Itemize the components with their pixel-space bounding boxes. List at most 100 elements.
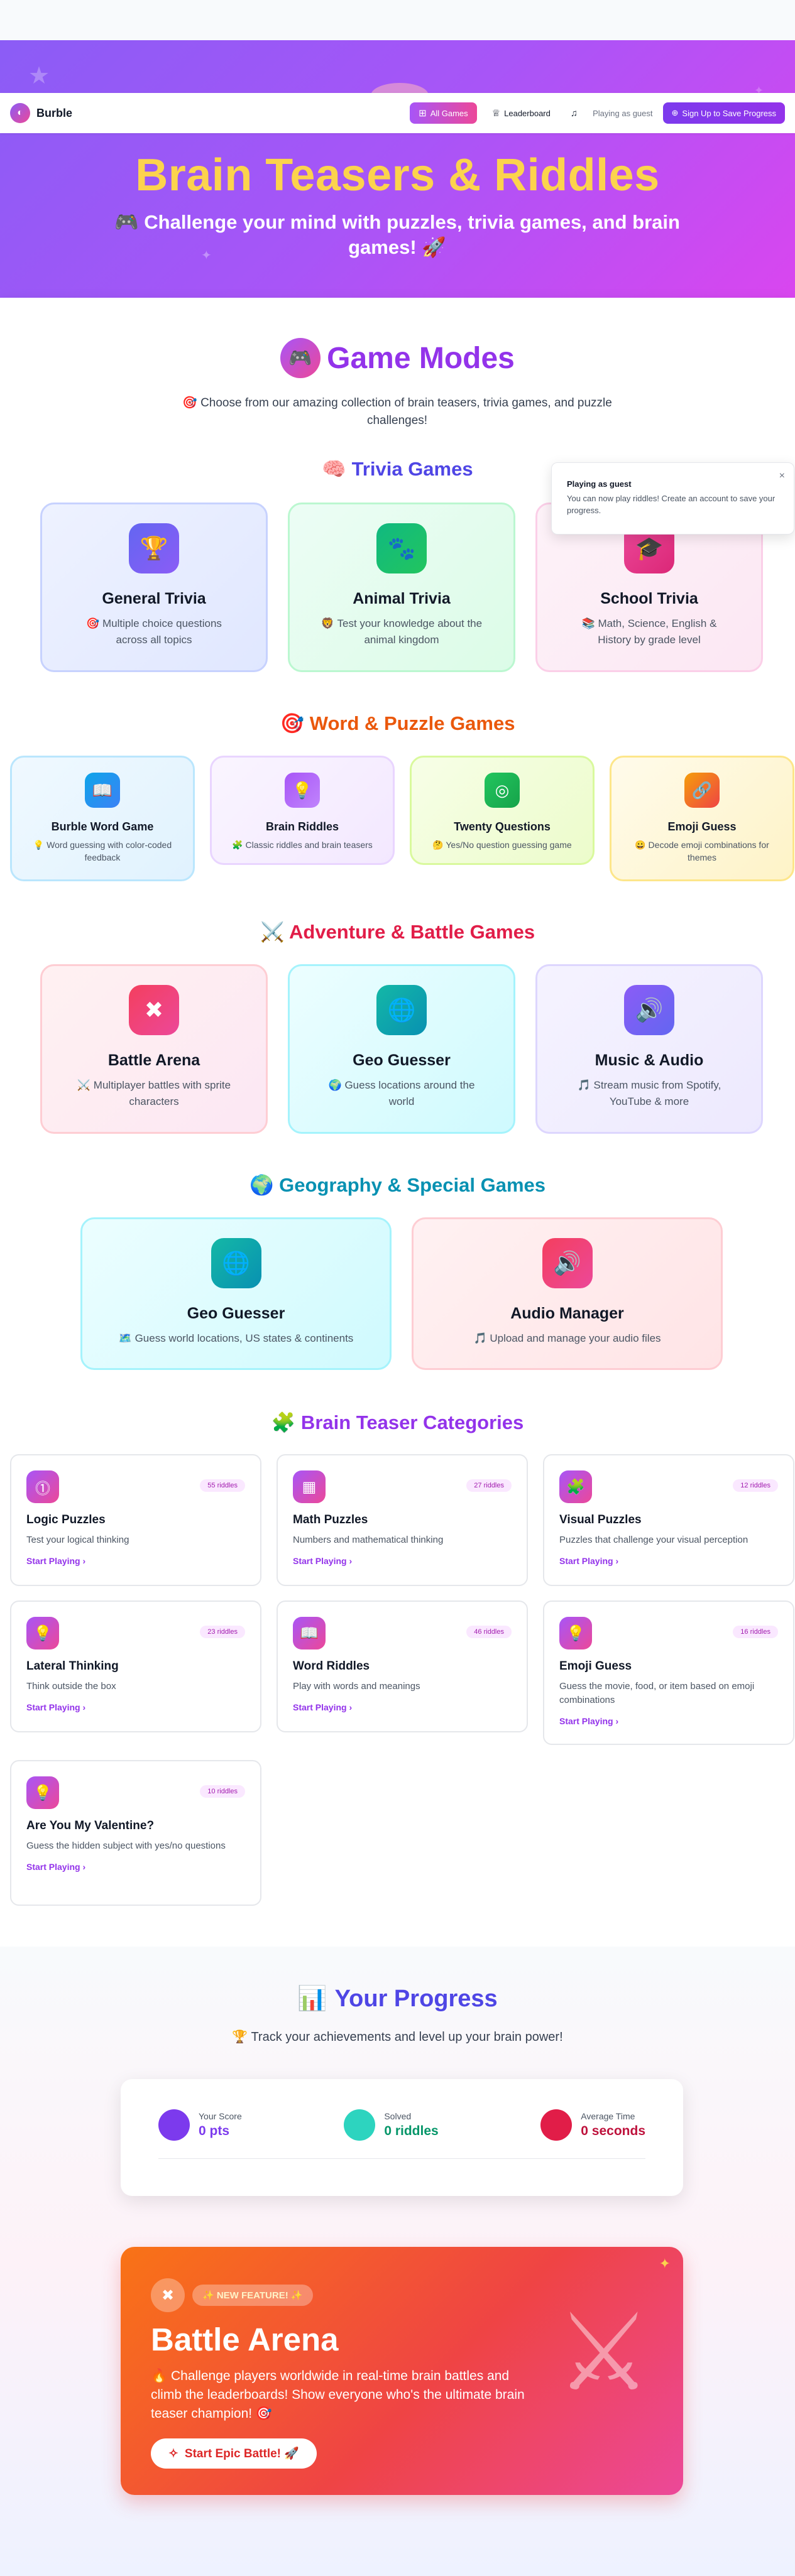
card-description: 🎯 Multiple choice questions across all t… bbox=[86, 617, 222, 646]
category-name: Math Puzzles bbox=[293, 1513, 368, 1526]
card-title: Geo Guesser bbox=[187, 1305, 285, 1322]
start-battle-button[interactable]: ✧ Start Epic Battle! 🚀 bbox=[151, 2438, 317, 2469]
user-plus-icon: ⊕ bbox=[671, 108, 679, 117]
game-modes-heading: 🎮 Game Modes bbox=[0, 338, 795, 378]
lightbulb-icon: 💡 bbox=[26, 1776, 59, 1809]
toast-title: Playing as guest bbox=[567, 479, 632, 489]
start-playing-link[interactable]: Start Playing › bbox=[26, 1556, 245, 1566]
game-modes-title: Game Modes bbox=[327, 341, 515, 375]
category-name: Emoji Guess bbox=[559, 1660, 632, 1673]
crossed-swords-icon: ⚔ bbox=[556, 2293, 652, 2413]
card-title: Twenty Questions bbox=[454, 820, 551, 833]
speaker-icon: 🔊 bbox=[624, 985, 674, 1035]
card-description: 🗺️ Guess world locations, US states & co… bbox=[118, 1332, 354, 1344]
score-stat: Your Score 0 pts bbox=[158, 2109, 242, 2141]
gamepad-icon: 🎮 bbox=[280, 338, 321, 378]
category-card-word[interactable]: 📖 46 riddles Word Riddles Play with word… bbox=[277, 1600, 528, 1732]
category-description: Guess the hidden subject with yes/no que… bbox=[26, 1840, 226, 1851]
all-games-label: All Games bbox=[430, 108, 468, 118]
geography-heading: 🌍 Geography & Special Games bbox=[249, 1174, 546, 1196]
stat-label: Your Score bbox=[199, 2111, 242, 2121]
stat-value: 0 pts bbox=[199, 2124, 230, 2138]
start-playing-link[interactable]: Start Playing › bbox=[26, 1862, 245, 1872]
burble-word-game-card[interactable]: 📖 Burble Word Game 💡 Word guessing with … bbox=[10, 756, 195, 881]
gamepad-icon: ⊞ bbox=[419, 108, 427, 119]
category-card-logic[interactable]: ⓵ 55 riddles Logic Puzzles Test your log… bbox=[10, 1454, 261, 1586]
average-time-stat: Average Time 0 seconds bbox=[540, 2109, 645, 2141]
stat-value: 0 seconds bbox=[581, 2124, 645, 2138]
category-card-emoji[interactable]: 💡 16 riddles Emoji Guess Guess the movie… bbox=[543, 1600, 794, 1745]
battle-arena-promo: ✦ ⚔ ✖ ✨ NEW FEATURE! ✨ Battle Arena 🔥 Ch… bbox=[121, 2247, 683, 2495]
category-name: Word Riddles bbox=[293, 1660, 370, 1673]
category-description: Puzzles that challenge your visual perce… bbox=[559, 1535, 748, 1545]
all-games-button[interactable]: ⊞ All Games bbox=[410, 102, 477, 124]
category-card-lateral[interactable]: 💡 23 riddles Lateral Thinking Think outs… bbox=[10, 1600, 261, 1732]
general-trivia-card[interactable]: 🏆 General Trivia 🎯 Multiple choice quest… bbox=[40, 503, 268, 672]
music-audio-card[interactable]: 🔊 Music & Audio 🎵 Stream music from Spot… bbox=[535, 964, 763, 1134]
music-icon[interactable]: ♫ bbox=[566, 108, 583, 119]
audio-manager-card[interactable]: 🔊 Audio Manager 🎵 Upload and manage your… bbox=[412, 1217, 723, 1370]
solved-icon bbox=[344, 2109, 376, 2141]
sparkle-icon: ✦ bbox=[659, 2256, 671, 2271]
twenty-questions-card[interactable]: ◎ Twenty Questions 🤔 Yes/No question gue… bbox=[410, 756, 595, 865]
puzzle-icon: 🧩 bbox=[559, 1470, 592, 1503]
riddle-count-badge: 12 riddles bbox=[733, 1479, 778, 1492]
lightbulb-icon: 💡 bbox=[26, 1617, 59, 1649]
brain-riddles-card[interactable]: 💡 Brain Riddles 🧩 Classic riddles and br… bbox=[210, 756, 395, 865]
card-title: School Trivia bbox=[600, 590, 698, 607]
signup-label: Sign Up to Save Progress bbox=[682, 108, 776, 118]
signup-button[interactable]: ⊕ Sign Up to Save Progress bbox=[662, 102, 785, 124]
trophy-icon: ♕ bbox=[491, 108, 501, 119]
lightbulb-icon: 💡 bbox=[559, 1617, 592, 1649]
emoji-guess-card[interactable]: 🔗 Emoji Guess 😀 Decode emoji combination… bbox=[610, 756, 794, 881]
start-playing-link[interactable]: Start Playing › bbox=[26, 1702, 245, 1712]
target-icon: ◎ bbox=[485, 773, 520, 808]
word-puzzle-heading: 🎯 Word & Puzzle Games bbox=[280, 712, 515, 734]
category-card-math[interactable]: ▦ 27 riddles Math Puzzles Numbers and ma… bbox=[277, 1454, 528, 1586]
stat-value: 0 riddles bbox=[384, 2124, 439, 2138]
start-battle-label: Start Epic Battle! 🚀 bbox=[184, 2447, 299, 2460]
clock-icon bbox=[540, 2109, 573, 2141]
category-description: Test your logical thinking bbox=[26, 1535, 129, 1545]
battle-arena-card[interactable]: ✖ Battle Arena ⚔️ Multiplayer battles wi… bbox=[40, 964, 268, 1134]
progress-heading: 📊 Your Progress bbox=[0, 1985, 795, 2013]
card-title: Emoji Guess bbox=[667, 820, 737, 833]
star-decoration-icon: ★ bbox=[28, 63, 50, 89]
start-playing-link[interactable]: Start Playing › bbox=[293, 1556, 512, 1566]
start-playing-link[interactable]: Start Playing › bbox=[293, 1702, 512, 1712]
new-feature-badge: ✨ NEW FEATURE! ✨ bbox=[192, 2285, 313, 2306]
card-title: Geo Guesser bbox=[353, 1052, 451, 1069]
animal-trivia-card[interactable]: 🐾 Animal Trivia 🦁 Test your knowledge ab… bbox=[288, 503, 515, 672]
card-description: 🌍 Guess locations around the world bbox=[328, 1079, 475, 1107]
geo-guesser-card[interactable]: 🌐 Geo Guesser 🗺️ Guess world locations, … bbox=[80, 1217, 392, 1370]
start-playing-link[interactable]: Start Playing › bbox=[559, 1716, 778, 1726]
riddle-count-badge: 46 riddles bbox=[466, 1626, 512, 1638]
geo-guesser-card[interactable]: 🌐 Geo Guesser 🌍 Guess locations around t… bbox=[288, 964, 515, 1134]
stat-label: Average Time bbox=[581, 2111, 635, 2121]
category-card-valentine[interactable]: 💡 10 riddles Are You My Valentine? Guess… bbox=[10, 1760, 261, 1906]
game-modes-description: 🎯 Choose from our amazing collection of … bbox=[182, 396, 612, 427]
categories-heading: 🧩 Brain Teaser Categories bbox=[271, 1411, 524, 1433]
riddle-count-badge: 23 riddles bbox=[200, 1626, 245, 1638]
category-name: Lateral Thinking bbox=[26, 1660, 119, 1673]
lightbulb-icon: 💡 bbox=[285, 773, 320, 808]
category-card-visual[interactable]: 🧩 12 riddles Visual Puzzles Puzzles that… bbox=[543, 1454, 794, 1586]
close-icon[interactable]: × bbox=[779, 470, 785, 482]
brand[interactable]: ◐ Burble bbox=[10, 103, 72, 123]
book-icon: 📖 bbox=[293, 1617, 326, 1649]
card-title: Battle Arena bbox=[107, 1052, 200, 1069]
book-icon: 📖 bbox=[85, 773, 120, 808]
card-title: General Trivia bbox=[102, 590, 206, 607]
toast-message: You can now play riddles! Create an acco… bbox=[567, 494, 776, 515]
card-title: Burble Word Game bbox=[51, 820, 154, 833]
card-description: 🎵 Stream music from Spotify, YouTube & m… bbox=[577, 1079, 721, 1107]
hero-subtitle: 🎮 Challenge your mind with puzzles, triv… bbox=[114, 211, 680, 258]
guest-toast: × Playing as guest You can now play ridd… bbox=[551, 462, 794, 535]
card-description: 🧩 Classic riddles and brain teasers bbox=[232, 840, 373, 850]
speaker-icon: 🔊 bbox=[542, 1238, 593, 1288]
calculator-icon: ▦ bbox=[293, 1470, 326, 1503]
card-title: Audio Manager bbox=[510, 1305, 624, 1322]
trophy-icon: 🏆 bbox=[129, 523, 179, 573]
leaderboard-button[interactable]: ♕ Leaderboard bbox=[483, 102, 559, 124]
start-playing-link[interactable]: Start Playing › bbox=[559, 1556, 778, 1566]
